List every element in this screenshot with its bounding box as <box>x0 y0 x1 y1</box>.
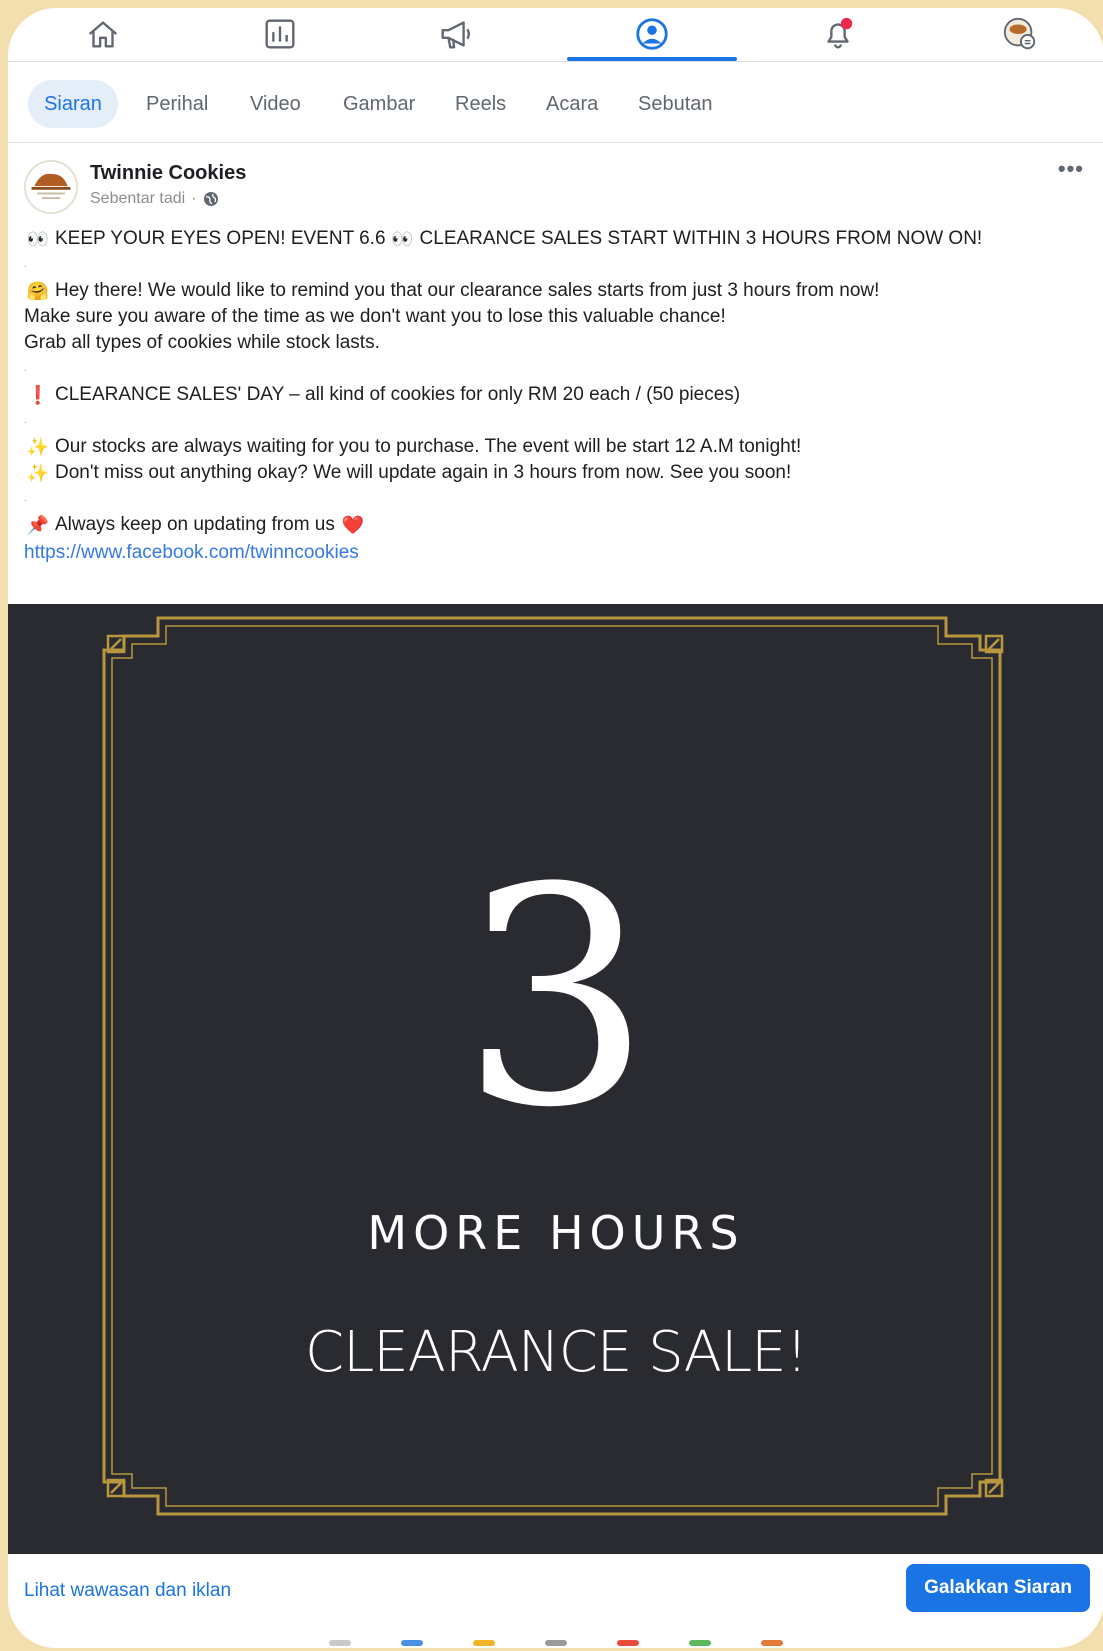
post-body: 👀 KEEP YOUR EYES OPEN! EVENT 6.6 👀 CLEAR… <box>24 226 1084 566</box>
heart-emoji-icon: ❤️ <box>341 515 365 535</box>
tab-siaran[interactable]: Siaran <box>28 80 118 128</box>
dock-icon <box>473 1640 495 1646</box>
clearance-sale-text: CLEARANCE SALE! <box>304 1320 808 1385</box>
post-line: ❗ CLEARANCE SALES' DAY – all kind of coo… <box>24 382 1084 408</box>
post-text-line: Don't miss out anything okay? We will up… <box>55 462 792 483</box>
dock-icon <box>689 1640 711 1646</box>
sparkle-emoji-icon: ✨ <box>26 463 50 483</box>
dock-hint <box>8 1632 1103 1646</box>
post-text-line: CLEARANCE SALES' DAY – all kind of cooki… <box>55 384 741 405</box>
post-text-line: Hey there! We would like to remind you t… <box>55 280 880 301</box>
post-line: 🤗 Hey there! We would like to remind you… <box>24 278 1084 304</box>
post-text-line: Our stocks are always waiting for you to… <box>55 436 802 457</box>
home-icon[interactable] <box>63 8 143 60</box>
profile-icon[interactable] <box>567 8 737 61</box>
post-text-line: Always keep on updating from us <box>55 514 335 535</box>
more-options-button[interactable]: ••• <box>1058 156 1084 182</box>
pushpin-emoji-icon: 📌 <box>26 515 50 535</box>
top-nav <box>8 8 1103 62</box>
dock-icon <box>329 1640 351 1646</box>
spacer-dot: . <box>24 259 27 270</box>
post-line: ✨ Don't miss out anything okay? We will … <box>24 460 1084 486</box>
post-line: Make sure you aware of the time as we do… <box>24 304 1084 330</box>
dock-icon <box>401 1640 423 1646</box>
page-tabs: Siaran Perihal Video Gambar Reels Acara … <box>8 63 1103 143</box>
hug-emoji-icon: 🤗 <box>26 281 50 301</box>
tab-perihal[interactable]: Perihal <box>130 80 224 128</box>
post-line: 📌 Always keep on updating from us ❤️ <box>24 512 1084 538</box>
post-text-line: Grab all types of cookies while stock la… <box>24 332 380 353</box>
sparkle-emoji-icon: ✨ <box>26 437 50 457</box>
sep-dot: · <box>191 190 197 207</box>
megaphone-icon[interactable] <box>416 8 496 60</box>
page-name[interactable]: Twinnie Cookies <box>90 162 246 185</box>
tab-video[interactable]: Video <box>234 80 317 128</box>
tab-sebutan[interactable]: Sebutan <box>622 80 729 128</box>
countdown-number: 3 <box>460 824 652 1173</box>
post-line: Grab all types of cookies while stock la… <box>24 330 1084 356</box>
more-hours-text: MORE HOURS <box>367 1206 745 1260</box>
post-footer: Lihat wawasan dan iklan Galakkan Siaran <box>8 1554 1103 1648</box>
globe-icon <box>203 192 218 206</box>
tab-acara[interactable]: Acara <box>530 80 614 128</box>
post-line: ✨ Our stocks are always waiting for you … <box>24 434 1084 460</box>
boost-post-button[interactable]: Galakkan Siaran <box>906 1564 1090 1612</box>
notifications-icon[interactable] <box>798 8 878 60</box>
eyes-emoji-icon: 👀 <box>26 229 50 249</box>
view-insights-link[interactable]: Lihat wawasan dan iklan <box>24 1580 231 1602</box>
eyes-emoji-icon: 👀 <box>391 229 414 249</box>
dock-icon <box>761 1640 783 1646</box>
post-image[interactable]: 3 MORE HOURS CLEARANCE SALE! <box>8 604 1103 1554</box>
phone-screen: Siaran Perihal Video Gambar Reels Acara … <box>8 8 1103 1648</box>
insights-icon[interactable] <box>240 8 320 60</box>
tab-reels[interactable]: Reels <box>439 80 522 128</box>
post-line: 👀 KEEP YOUR EYES OPEN! EVENT 6.6 👀 CLEAR… <box>24 226 1084 252</box>
dock-icon <box>617 1640 639 1646</box>
post-text-line: KEEP YOUR EYES OPEN! EVENT 6.6 <box>55 228 386 249</box>
post-text-line: Make sure you aware of the time as we do… <box>24 306 726 327</box>
spacer-dot: . <box>24 415 27 426</box>
post-time-text: Sebentar tadi <box>90 190 186 207</box>
spacer-dot: . <box>24 363 27 374</box>
page-avatar[interactable] <box>24 160 78 214</box>
tab-gambar[interactable]: Gambar <box>327 80 431 128</box>
exclamation-emoji-icon: ❗ <box>26 385 50 405</box>
dock-icon <box>545 1640 567 1646</box>
menu-avatar-icon[interactable] <box>980 8 1060 60</box>
post-link[interactable]: https://www.facebook.com/twinncookies <box>24 540 1084 566</box>
spacer-dot: . <box>24 493 27 504</box>
post-header: Twinnie Cookies Sebentar tadi · ••• <box>8 144 1103 216</box>
post-text-line: CLEARANCE SALES START WITHIN 3 HOURS FRO… <box>419 228 983 249</box>
post-timestamp: Sebentar tadi · <box>90 190 219 208</box>
